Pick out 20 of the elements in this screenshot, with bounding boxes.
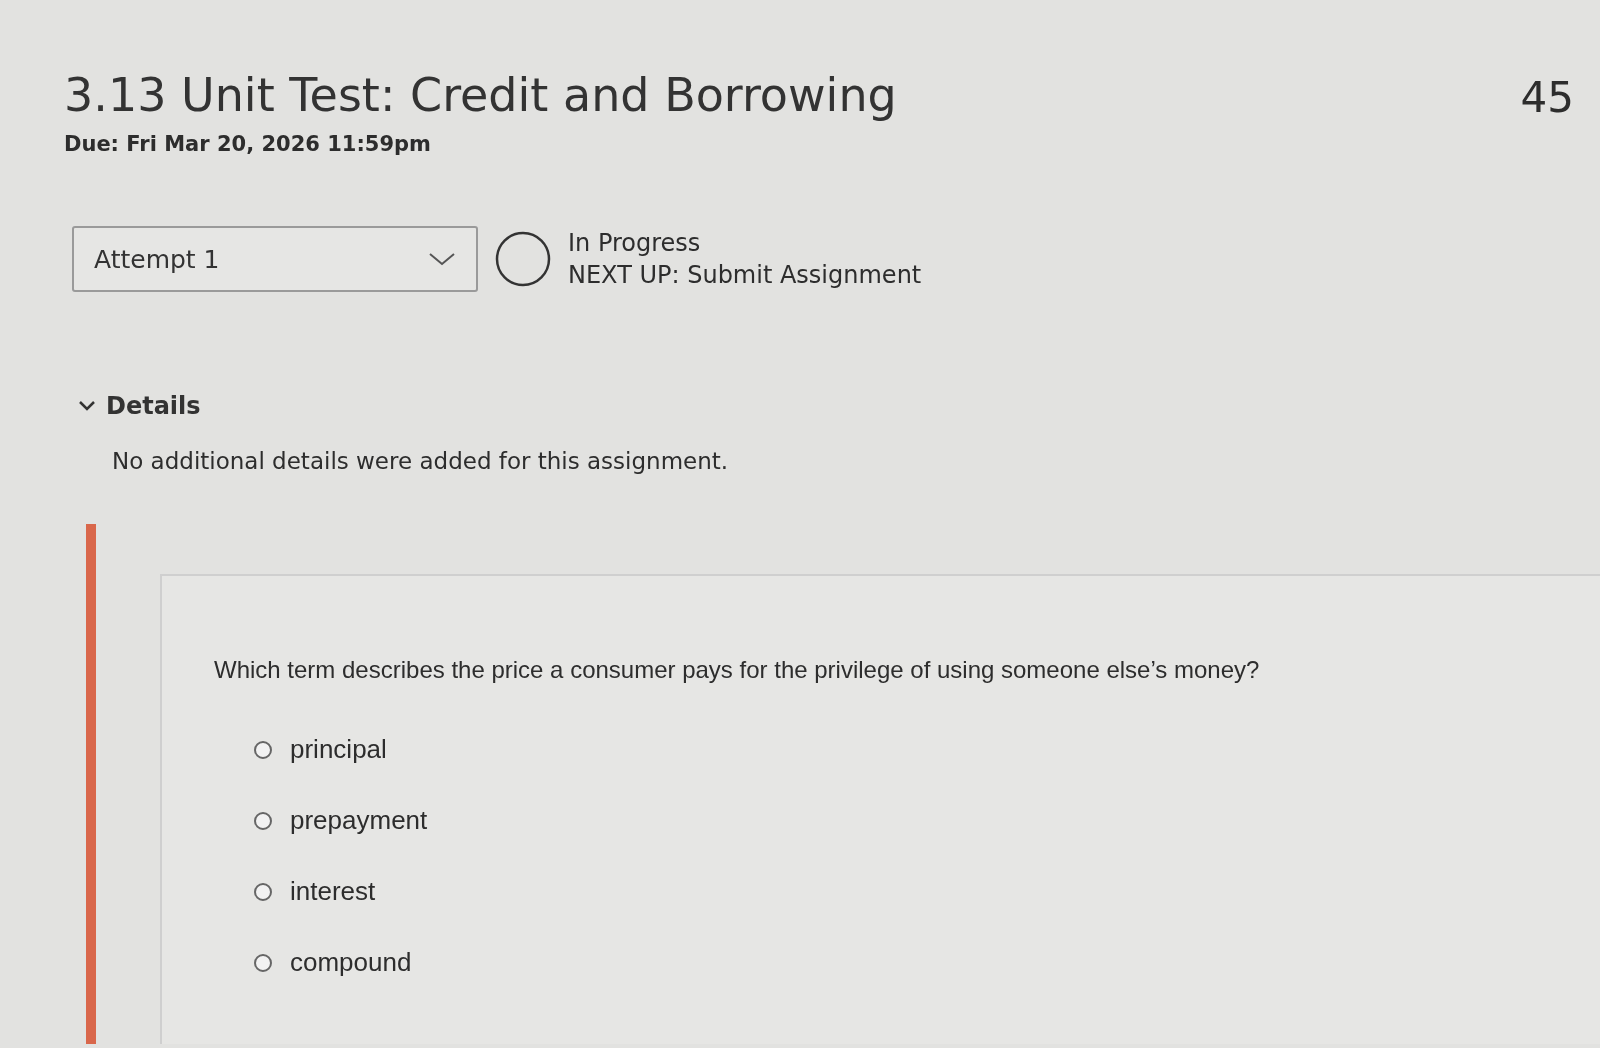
assignment-title: 3.13 Unit Test: Credit and Borrowing [64,68,897,122]
chevron-down-icon [428,251,456,267]
question-text: Which term describes the price a consumer pays for the privilege of using someone else’s money? [214,656,1261,684]
answer-option[interactable]: compound [254,947,412,978]
radio-button[interactable] [254,882,272,901]
chevron-icon [78,400,96,412]
details-text: No additional details were added for this assignment. [112,448,730,474]
due-date: Due: Fri Mar 20, 2026 11:59pm [64,132,432,156]
radio-button[interactable] [254,953,272,972]
next-step-text: NEXT UP: Submit Assignment [568,261,922,289]
progress-ring-icon [494,230,552,288]
details-toggle[interactable]: Details [78,392,201,420]
status-text: In Progress [568,229,702,257]
points-text: 45 [1520,73,1575,122]
attempt-dropdown[interactable]: Attempt 1 [72,226,478,292]
radio-button[interactable] [254,740,272,759]
answer-option[interactable]: principal [254,734,387,765]
answer-option[interactable]: prepayment [254,805,428,836]
radio-button[interactable] [254,811,272,830]
answer-option[interactable]: interest [254,876,376,907]
